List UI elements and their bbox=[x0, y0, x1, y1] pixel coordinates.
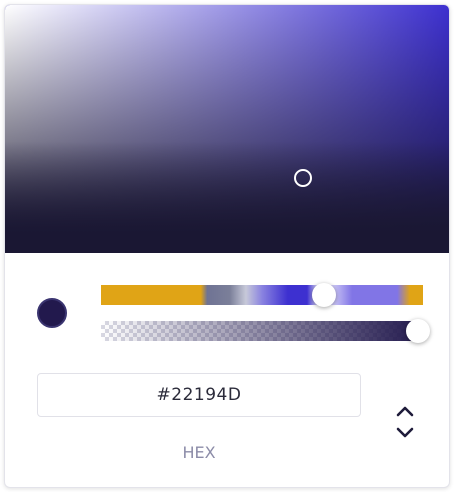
saturation-value-cursor[interactable] bbox=[294, 169, 312, 187]
alpha-slider[interactable] bbox=[101, 321, 423, 341]
color-picker: HEX bbox=[4, 4, 450, 488]
hue-slider[interactable] bbox=[101, 285, 423, 305]
up-down-chevron-icon[interactable] bbox=[391, 401, 419, 443]
hex-input[interactable] bbox=[37, 373, 361, 417]
alpha-slider-thumb[interactable] bbox=[406, 319, 430, 343]
hue-slider-thumb[interactable] bbox=[312, 283, 336, 307]
saturation-value-area[interactable] bbox=[5, 5, 449, 253]
color-mode-label: HEX bbox=[182, 443, 216, 462]
current-color-swatch bbox=[37, 298, 67, 328]
